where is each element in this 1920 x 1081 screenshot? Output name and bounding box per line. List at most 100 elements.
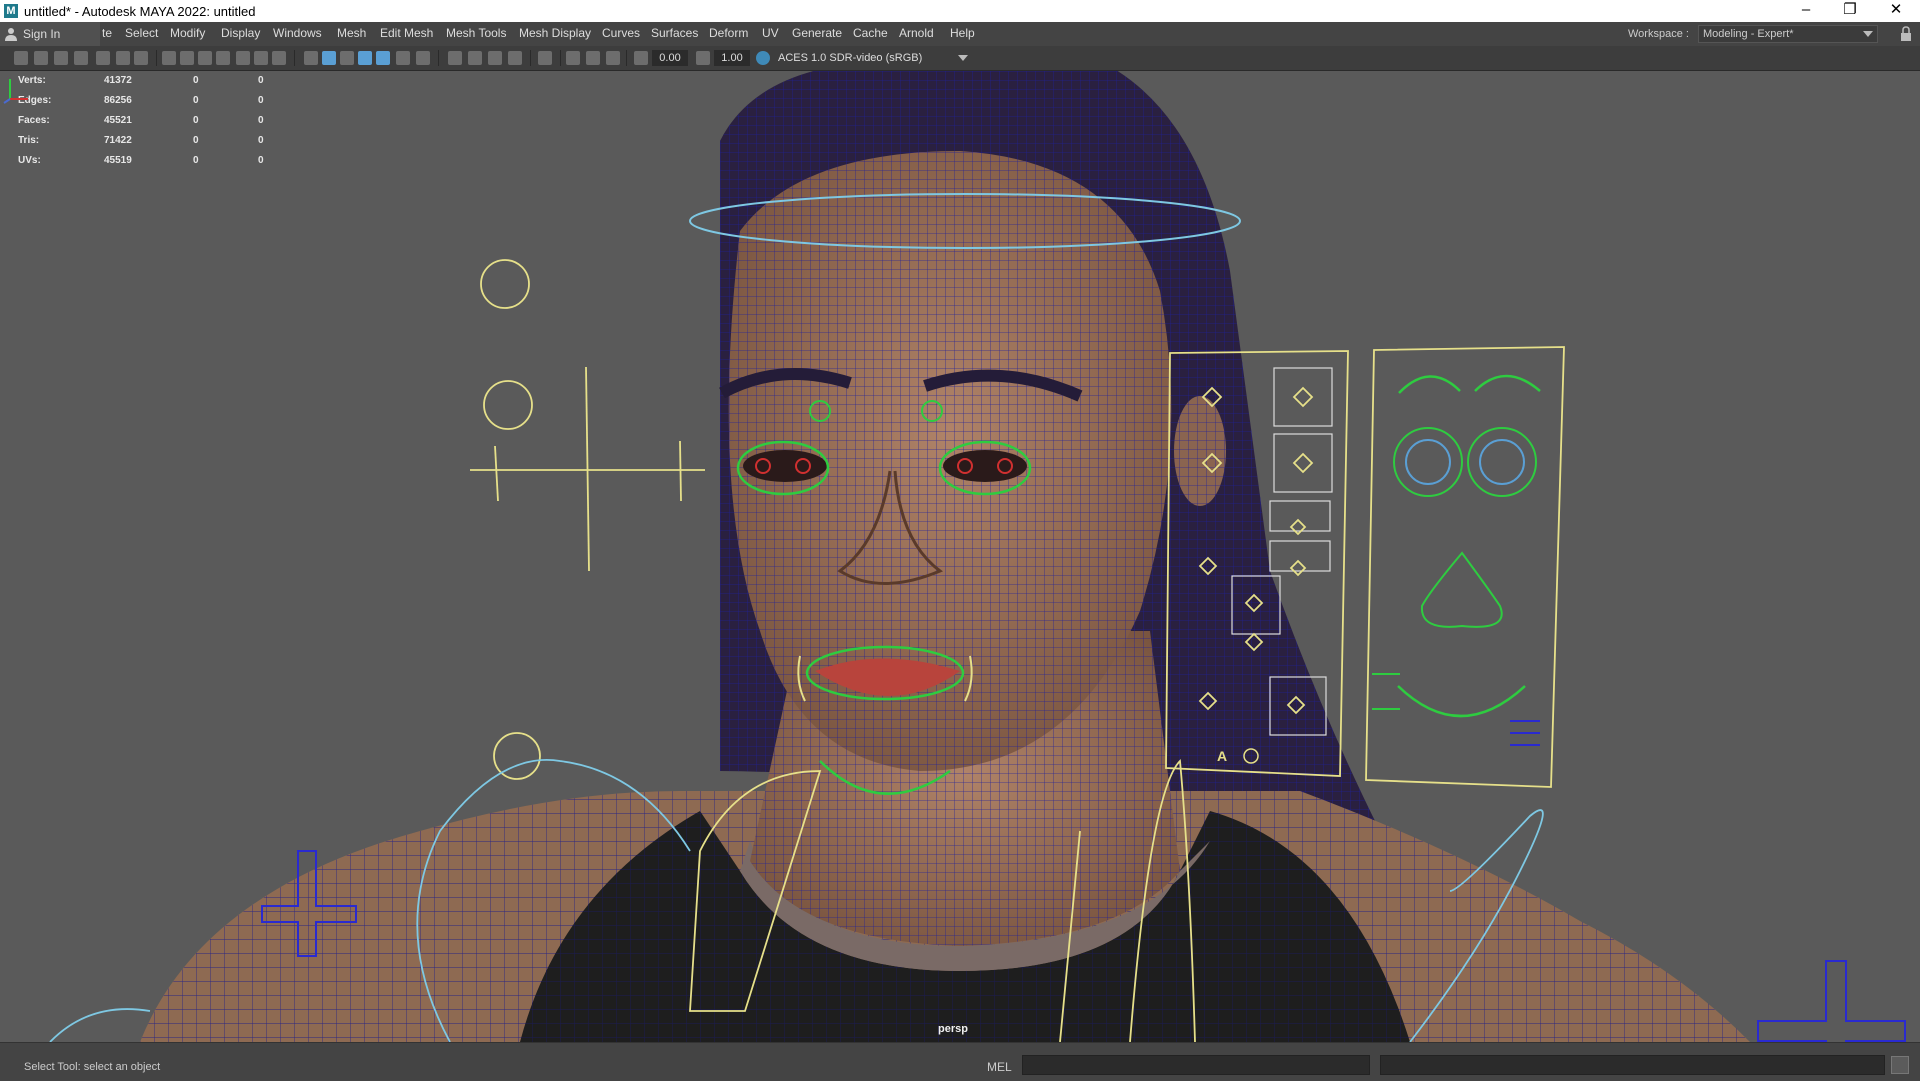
command-input[interactable] <box>1022 1055 1370 1075</box>
exposure-icon[interactable] <box>634 51 648 65</box>
chevron-down-icon <box>1863 31 1873 37</box>
hud-edges-row: Edges: 86256 0 0 <box>18 95 278 115</box>
lock-icon[interactable] <box>1900 26 1912 42</box>
use-all-lights-icon[interactable] <box>396 51 410 65</box>
camera-tool-icon[interactable] <box>134 51 148 65</box>
help-line-text: Select Tool: select an object <box>24 1061 161 1073</box>
resolution-gate-icon[interactable] <box>198 51 212 65</box>
minimize-icon[interactable]: – <box>1784 0 1828 22</box>
hud-value: 0 <box>193 155 199 166</box>
grid-icon[interactable] <box>162 51 176 65</box>
gamma-field[interactable]: 1.00 <box>714 50 750 66</box>
command-language-toggle[interactable]: MEL <box>987 1060 1012 1074</box>
wireframe-icon[interactable] <box>304 51 318 65</box>
hud-value: 45521 <box>104 115 132 126</box>
menu-modify[interactable]: Modify <box>170 26 205 40</box>
bookmarks-icon[interactable] <box>54 51 68 65</box>
view-transform-dropdown[interactable]: ACES 1.0 SDR-video (sRGB) <box>772 50 972 66</box>
menu-deform[interactable]: Deform <box>709 26 748 40</box>
hud-value: 0 <box>258 135 264 146</box>
menu-windows[interactable]: Windows <box>273 26 322 40</box>
hud-verts-row: Verts: 41372 0 0 <box>18 75 278 95</box>
script-editor-icon[interactable] <box>1891 1056 1909 1074</box>
hud-value: 0 <box>193 135 199 146</box>
field-chart-icon[interactable] <box>236 51 250 65</box>
2d-pan-zoom-icon[interactable] <box>96 51 110 65</box>
anti-aliasing-icon[interactable] <box>488 51 502 65</box>
screen-space-ao-icon[interactable] <box>448 51 462 65</box>
color-management-icon[interactable] <box>756 51 770 65</box>
menu-edit-mesh[interactable]: Edit Mesh <box>380 26 433 40</box>
hud-faces-row: Faces: 45521 0 0 <box>18 115 278 135</box>
panel-toolbar: 0.00 1.00 ACES 1.0 SDR-video (sRGB) <box>0 46 1920 71</box>
default-material-icon[interactable] <box>340 51 354 65</box>
menu-mesh[interactable]: Mesh <box>337 26 366 40</box>
menu-mesh-tools[interactable]: Mesh Tools <box>446 26 506 40</box>
hud-value: 45519 <box>104 155 132 166</box>
xray-active-components-icon[interactable] <box>586 51 600 65</box>
perspective-viewport[interactable]: A Verts: 41372 0 0 Edges: 86256 0 0 Face… <box>0 71 1920 1042</box>
exposure-field[interactable]: 0.00 <box>652 50 688 66</box>
poly-count-hud: Verts: 41372 0 0 Edges: 86256 0 0 Faces:… <box>18 75 278 175</box>
hud-label: Tris: <box>18 135 40 146</box>
title-bar: M untitled* - Autodesk MAYA 2022: untitl… <box>0 0 1920 22</box>
window-title: untitled* - Autodesk MAYA 2022: untitled <box>24 4 256 19</box>
sign-in-label: Sign In <box>23 27 61 41</box>
hud-value: 0 <box>193 115 199 126</box>
shadows-icon[interactable] <box>416 51 430 65</box>
hud-value: 0 <box>193 75 199 86</box>
smooth-shade-icon[interactable] <box>322 51 336 65</box>
command-result-field <box>1380 1055 1885 1075</box>
gamma-icon[interactable] <box>696 51 710 65</box>
xray-icon[interactable] <box>566 51 580 65</box>
menu-mesh-display[interactable]: Mesh Display <box>519 26 591 40</box>
xray-joints-icon[interactable] <box>606 51 620 65</box>
grease-pencil-icon[interactable] <box>116 51 130 65</box>
depth-of-field-icon[interactable] <box>508 51 522 65</box>
menu-display[interactable]: Display <box>221 26 260 40</box>
maya-app-icon: M <box>4 4 18 18</box>
textured-icon[interactable] <box>376 51 390 65</box>
menu-file-fragment[interactable]: te <box>102 26 112 40</box>
menu-curves[interactable]: Curves <box>602 26 640 40</box>
workspace-value: Modeling - Expert* <box>1703 28 1794 40</box>
menu-uv[interactable]: UV <box>762 26 779 40</box>
workspace-dropdown[interactable]: Modeling - Expert* <box>1698 25 1878 43</box>
scene-render: A <box>49 71 1906 1042</box>
hud-label: UVs: <box>18 155 41 166</box>
hud-uvs-row: UVs: 45519 0 0 <box>18 155 278 175</box>
hud-value: 0 <box>258 115 264 126</box>
menu-bar: Sign In te Select Modify Display Windows… <box>0 22 1920 46</box>
safe-action-icon[interactable] <box>254 51 268 65</box>
menu-select[interactable]: Select <box>125 26 158 40</box>
menu-help[interactable]: Help <box>950 26 975 40</box>
camera-name-label: persp <box>938 1023 968 1035</box>
safe-title-icon[interactable] <box>272 51 286 65</box>
hud-value: 86256 <box>104 95 132 106</box>
menu-cache[interactable]: Cache <box>853 26 888 40</box>
hud-value: 41372 <box>104 75 132 86</box>
hud-value: 71422 <box>104 135 132 146</box>
close-icon[interactable]: ✕ <box>1874 0 1918 22</box>
image-plane-icon[interactable] <box>74 51 88 65</box>
person-icon <box>5 28 17 41</box>
left-side-controls <box>470 259 705 780</box>
sign-in-button[interactable]: Sign In <box>0 22 100 46</box>
facial-panel-letter: A <box>1217 748 1227 764</box>
motion-blur-icon[interactable] <box>468 51 482 65</box>
menu-surfaces[interactable]: Surfaces <box>651 26 698 40</box>
wireframe-on-shaded-icon[interactable] <box>358 51 372 65</box>
menu-generate[interactable]: Generate <box>792 26 842 40</box>
restore-icon[interactable]: ❐ <box>1828 0 1872 22</box>
menu-arnold[interactable]: Arnold <box>899 26 934 40</box>
chevron-down-icon <box>958 55 968 61</box>
hud-tris-row: Tris: 71422 0 0 <box>18 135 278 155</box>
film-gate-icon[interactable] <box>180 51 194 65</box>
camera-select-icon[interactable] <box>14 51 28 65</box>
gate-mask-icon[interactable] <box>216 51 230 65</box>
isolate-select-icon[interactable] <box>538 51 552 65</box>
view-axis-icon <box>3 79 28 104</box>
camera-attributes-icon[interactable] <box>34 51 48 65</box>
hud-label: Faces: <box>18 115 50 126</box>
help-line: Select Tool: select an object MEL <box>0 1042 1920 1081</box>
